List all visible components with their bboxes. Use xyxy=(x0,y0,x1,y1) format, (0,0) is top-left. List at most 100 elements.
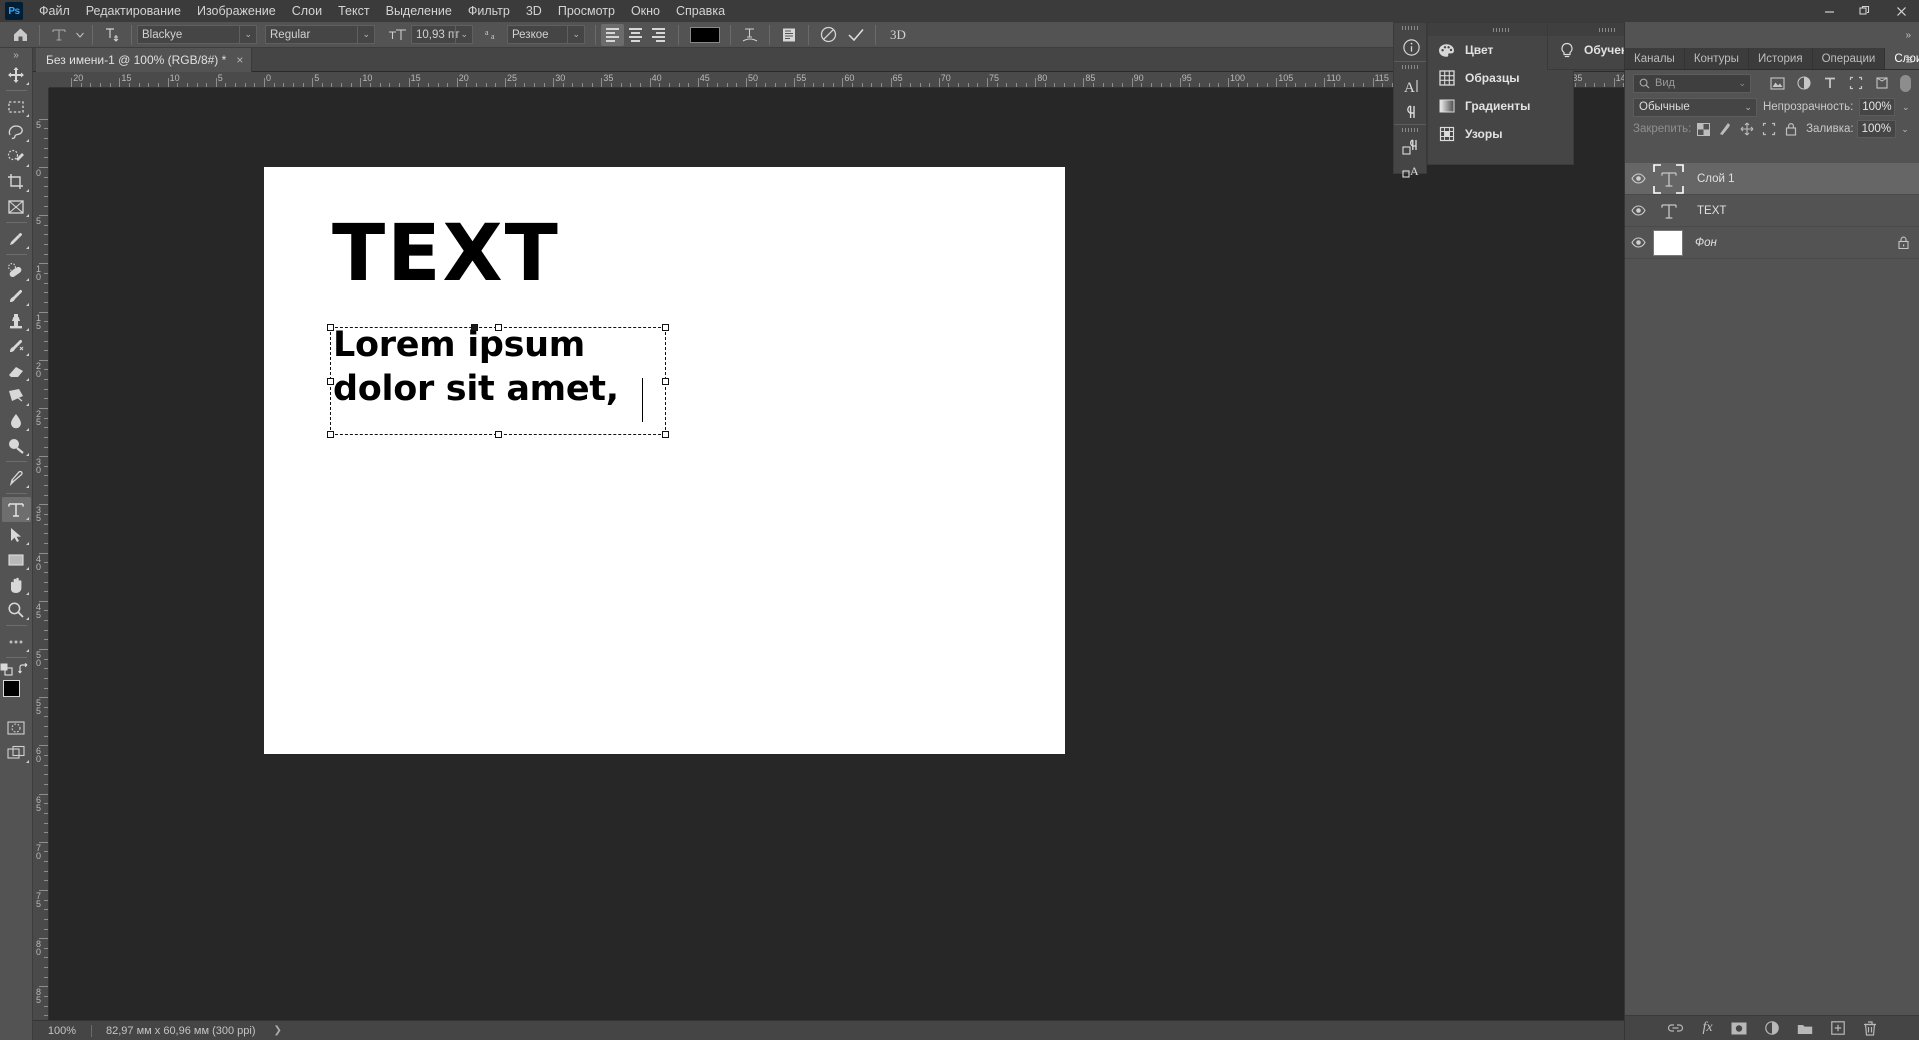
menu-справка[interactable]: Справка xyxy=(668,1,733,21)
menu-изображение[interactable]: Изображение xyxy=(189,1,284,21)
eyedropper-tool[interactable] xyxy=(2,226,31,251)
align-right-button[interactable] xyxy=(647,24,670,46)
type-tool-icon[interactable] xyxy=(45,23,73,47)
gradient-tool[interactable] xyxy=(2,383,31,408)
quick-mask-icon[interactable] xyxy=(2,715,31,740)
adjustment-filter-icon[interactable] xyxy=(1793,74,1814,93)
menu-3d[interactable]: 3D xyxy=(518,1,550,21)
lock-transparency-icon[interactable] xyxy=(1694,120,1713,138)
new-adjustment-layer-icon[interactable] xyxy=(1764,1021,1779,1035)
menu-окно[interactable]: Окно xyxy=(623,1,668,21)
character-panel-icon[interactable]: A xyxy=(1394,72,1428,100)
character-styles-panel-icon[interactable]: A xyxy=(1394,159,1428,183)
layer-visibility-icon[interactable] xyxy=(1625,237,1651,248)
tool-preset-chevron-icon[interactable] xyxy=(73,23,87,47)
tab-слои[interactable]: Слои xyxy=(1885,48,1919,69)
heading-text-layer[interactable]: TEXT xyxy=(332,215,560,293)
hand-tool[interactable] xyxy=(2,572,31,597)
canvas-workspace[interactable]: TEXT Lorem ipsum dolor sit amet, xyxy=(49,88,1624,1020)
delete-layer-icon[interactable] xyxy=(1863,1020,1877,1036)
paragraph-styles-panel-icon[interactable] xyxy=(1394,135,1428,159)
character-paragraph-panels-icon[interactable] xyxy=(775,23,803,47)
rectangular-marquee-tool[interactable] xyxy=(2,94,31,119)
zoom-tool[interactable] xyxy=(2,597,31,622)
align-left-button[interactable] xyxy=(601,23,624,46)
text-orientation-icon[interactable] xyxy=(98,23,126,47)
table-row[interactable]: Фон xyxy=(1625,227,1919,259)
edit-toolbar-tool[interactable] xyxy=(2,629,31,654)
font-style-select[interactable]: Regular ⌄ xyxy=(265,25,375,44)
font-size-select[interactable]: 10,93 пт ⌄ xyxy=(411,25,473,44)
move-tool[interactable] xyxy=(2,62,31,87)
pixel-filter-icon[interactable] xyxy=(1767,74,1788,93)
rectangle-tool[interactable] xyxy=(2,547,31,572)
handle-top-right[interactable] xyxy=(662,324,669,331)
tab-операции[interactable]: Операции xyxy=(1813,48,1886,69)
fill-chevron-icon[interactable]: ⌄ xyxy=(1899,124,1911,135)
lock-all-icon[interactable] xyxy=(1781,120,1800,138)
default-colors-icon[interactable] xyxy=(0,663,14,677)
panel-menu-icon[interactable]: ≡ xyxy=(1905,52,1913,67)
document-tab[interactable]: Без имени-1 @ 100% (RGB/8#) * × xyxy=(36,48,253,72)
layer-search-input[interactable]: Вид ⌄ xyxy=(1633,73,1751,93)
table-row[interactable]: TEXT xyxy=(1625,195,1919,227)
clone-stamp-tool[interactable] xyxy=(2,308,31,333)
text-bounding-box[interactable]: Lorem ipsum dolor sit amet, xyxy=(327,324,669,438)
fill-value[interactable]: 100% xyxy=(1856,120,1897,138)
menu-выделение[interactable]: Выделение xyxy=(378,1,460,21)
layer-visibility-icon[interactable] xyxy=(1625,205,1651,216)
commit-icon[interactable] xyxy=(842,23,870,47)
smart-object-filter-icon[interactable] xyxy=(1871,74,1892,93)
close-icon[interactable]: × xyxy=(236,53,243,67)
warp-text-icon[interactable] xyxy=(736,23,764,47)
panel-grip[interactable] xyxy=(1402,26,1418,30)
screen-mode-icon[interactable] xyxy=(2,740,31,765)
info-panel-icon[interactable] xyxy=(1394,33,1428,61)
shape-filter-icon[interactable] xyxy=(1845,74,1866,93)
restore-button[interactable] xyxy=(1847,0,1883,22)
zoom-level[interactable]: 100% xyxy=(33,1025,91,1037)
panel-grip[interactable] xyxy=(1402,65,1418,69)
close-button[interactable] xyxy=(1883,0,1919,22)
handle-bottom-left[interactable] xyxy=(327,431,334,438)
tab-контуры[interactable]: Контуры xyxy=(1685,48,1749,69)
chevron-down-icon[interactable]: ⌄ xyxy=(1738,78,1746,89)
panel-grip[interactable] xyxy=(1599,27,1615,32)
panel-grip[interactable] xyxy=(1402,128,1418,132)
table-row[interactable]: Слой 1 xyxy=(1625,163,1919,195)
font-family-select[interactable]: Blackye ⌄ xyxy=(137,25,257,44)
quick-selection-tool[interactable] xyxy=(2,144,31,169)
handle-bottom-center[interactable] xyxy=(495,431,502,438)
paragraph-panel-icon[interactable] xyxy=(1394,100,1428,124)
align-center-button[interactable] xyxy=(624,24,647,46)
blend-mode-select[interactable]: Обычные ⌄ xyxy=(1633,97,1757,117)
blur-tool[interactable] xyxy=(2,408,31,433)
menu-слои[interactable]: Слои xyxy=(284,1,330,21)
type-tool[interactable] xyxy=(1,497,31,522)
menu-просмотр[interactable]: Просмотр xyxy=(550,1,623,21)
right-dock-collapse-icon[interactable]: » xyxy=(1905,30,1911,41)
dodge-tool[interactable] xyxy=(2,433,31,458)
layer-visibility-icon[interactable] xyxy=(1625,173,1651,184)
text-color-swatch[interactable] xyxy=(690,26,720,43)
menu-редактирование[interactable]: Редактирование xyxy=(78,1,189,21)
layer-style-fx-icon[interactable]: fx xyxy=(1702,1020,1712,1036)
lock-position-icon[interactable] xyxy=(1738,120,1757,138)
anti-alias-select[interactable]: Резкое ⌄ xyxy=(507,25,585,44)
layer-name[interactable]: Слой 1 xyxy=(1685,173,1735,185)
vertical-ruler[interactable]: 50510152025303540455055606570758085 xyxy=(33,88,49,1020)
handle-top-center[interactable] xyxy=(471,324,478,331)
status-expand-icon[interactable]: ❯ xyxy=(256,1025,282,1036)
layer-name[interactable]: TEXT xyxy=(1685,205,1726,217)
foreground-color-swatch[interactable] xyxy=(2,680,20,697)
new-group-icon[interactable] xyxy=(1797,1022,1813,1035)
home-icon[interactable] xyxy=(6,23,34,47)
history-brush-tool[interactable] xyxy=(2,333,31,358)
handle-middle-right[interactable] xyxy=(662,378,669,385)
link-layers-icon[interactable] xyxy=(1667,1022,1684,1034)
lock-image-icon[interactable] xyxy=(1716,120,1735,138)
color-swatches[interactable] xyxy=(2,679,31,707)
opacity-chevron-icon[interactable]: ⌄ xyxy=(1901,102,1912,113)
layer-name[interactable]: Фон xyxy=(1683,237,1717,249)
handle-top-left[interactable] xyxy=(327,324,334,331)
